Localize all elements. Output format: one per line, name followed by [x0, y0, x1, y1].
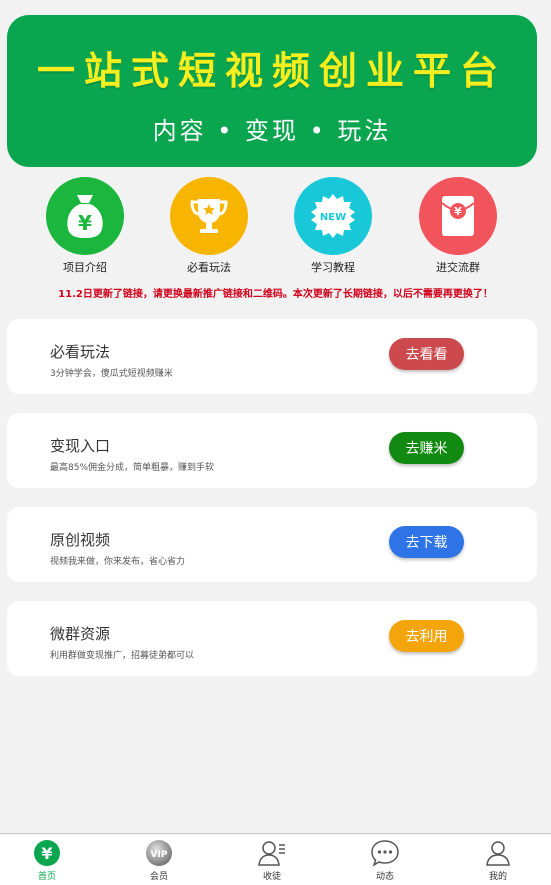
nav-tutorial[interactable]: NEW 学习教程 — [278, 177, 388, 275]
card-desc: 视频我来做，你来发布，省心省力 — [50, 557, 186, 567]
svg-text:¥: ¥ — [78, 211, 92, 235]
yuan-home-icon: ¥ — [32, 838, 62, 868]
card-must-see: 必看玩法 3分钟学会，傻瓜式短视频赚米 去看看 — [7, 319, 537, 394]
card-group-resources: 微群资源 利用群做变现推广，招募徒弟都可以 去利用 — [7, 601, 537, 676]
card-desc: 利用群做变现推广，招募徒弟都可以 — [50, 651, 195, 661]
banner-title: 一站式短视频创业平台 — [36, 49, 507, 93]
chat-icon — [370, 838, 400, 868]
trophy-icon — [170, 177, 248, 255]
bottom-tab-bar: ¥ 首页 VIP 会员 收徒 动态 我的 — [0, 833, 551, 885]
tab-label: 首页 — [37, 872, 56, 882]
update-notice: 11.2日更新了链接，请更换最新推广链接和二维码。本次更新了长期链接，以后不需要… — [58, 289, 493, 300]
svg-text:VIP: VIP — [151, 850, 168, 860]
tab-label: 我的 — [488, 872, 507, 882]
quick-nav: ¥ 项目介绍 必看玩法 NEW 学习教程 ¥ 进交流群 — [0, 177, 551, 277]
tab-updates[interactable]: 动态 — [345, 838, 425, 882]
vip-icon: VIP — [144, 838, 174, 868]
tab-recruit[interactable]: 收徒 — [232, 838, 312, 882]
go-look-button[interactable]: 去看看 — [389, 338, 464, 370]
red-envelope-icon: ¥ — [419, 177, 497, 255]
nav-join-group[interactable]: ¥ 进交流群 — [403, 177, 513, 275]
go-use-button[interactable]: 去利用 — [389, 620, 464, 652]
nav-must-see[interactable]: 必看玩法 — [154, 177, 264, 275]
nav-project-intro[interactable]: ¥ 项目介绍 — [30, 177, 140, 275]
svg-text:¥: ¥ — [454, 205, 462, 218]
nav-label: 项目介绍 — [63, 261, 107, 274]
add-user-icon — [257, 838, 287, 868]
new-badge-icon: NEW — [294, 177, 372, 255]
card-original-video: 原创视频 视频我来做，你来发布，省心省力 去下载 — [7, 507, 537, 582]
card-title: 必看玩法 — [50, 343, 111, 361]
tab-label: 会员 — [149, 872, 168, 882]
nav-label: 必看玩法 — [187, 261, 231, 274]
tab-label: 收徒 — [262, 872, 281, 882]
svg-text:¥: ¥ — [41, 844, 52, 863]
hero-banner[interactable]: 一站式短视频创业平台 内容 • 变现 • 玩法 — [7, 15, 537, 167]
card-title: 微群资源 — [50, 625, 111, 643]
go-download-button[interactable]: 去下载 — [389, 526, 464, 558]
money-bag-icon: ¥ — [46, 177, 124, 255]
card-desc: 最高85%佣金分成，简单粗暴，赚到手软 — [50, 463, 215, 473]
banner-subtitle: 内容 • 变现 • 玩法 — [152, 117, 392, 145]
nav-label: 学习教程 — [311, 261, 355, 274]
tab-home[interactable]: ¥ 首页 — [7, 838, 87, 882]
tab-mine[interactable]: 我的 — [458, 838, 538, 882]
tab-label: 动态 — [375, 872, 394, 882]
go-earn-button[interactable]: 去赚米 — [389, 432, 464, 464]
card-title: 变现入口 — [50, 437, 111, 455]
user-icon — [483, 838, 513, 868]
svg-text:NEW: NEW — [320, 212, 346, 223]
card-monetize: 变现入口 最高85%佣金分成，简单粗暴，赚到手软 去赚米 — [7, 413, 537, 488]
tab-vip[interactable]: VIP 会员 — [119, 838, 199, 882]
card-desc: 3分钟学会，傻瓜式短视频赚米 — [50, 369, 173, 379]
nav-label: 进交流群 — [436, 261, 480, 274]
card-title: 原创视频 — [50, 531, 111, 549]
